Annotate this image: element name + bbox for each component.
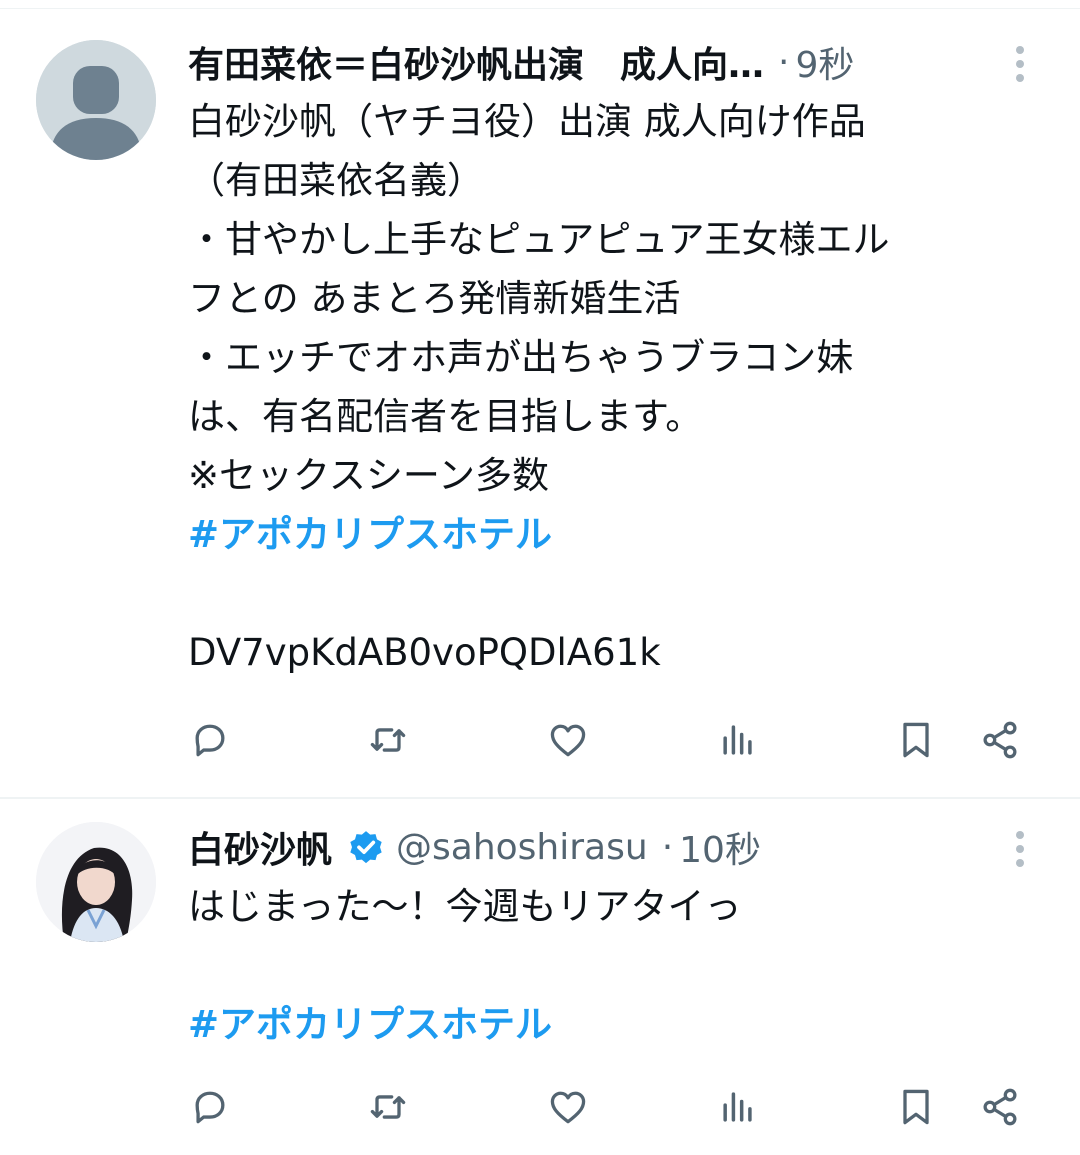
reply-icon (195, 1091, 225, 1124)
handle[interactable]: @sahoshirasu (396, 827, 648, 868)
post-text: 白砂沙帆（ヤチヨ役）出演 成人向け作品 （有田菜依名義） ・甘やかし上手なピュア… (188, 92, 1028, 682)
bookmark-icon (903, 722, 929, 758)
avatar[interactable] (36, 822, 156, 942)
hashtag-link[interactable]: #アポカリプスホテル (188, 1003, 552, 1046)
avatar[interactable] (36, 40, 156, 160)
bookmark-icon (903, 1089, 929, 1125)
action-bar (0, 708, 1080, 772)
hashtag-link[interactable]: #アポカリプスホテル (188, 513, 552, 556)
reply-button[interactable] (186, 716, 234, 764)
repost-button[interactable] (364, 1083, 412, 1131)
share-icon (983, 721, 1017, 759)
verified-badge-icon[interactable] (346, 827, 386, 867)
timestamp[interactable]: 9秒 (795, 36, 854, 88)
reply-button[interactable] (186, 1083, 234, 1131)
share-button[interactable] (976, 716, 1024, 764)
meta-separator: · (778, 41, 790, 83)
repost-button[interactable] (364, 716, 412, 764)
repost-icon (370, 728, 406, 752)
action-bar (0, 1075, 1080, 1139)
like-button[interactable] (544, 716, 592, 764)
text-line: ・エッチでオホ声が出ちゃうブラコン妹 (188, 336, 854, 379)
display-name[interactable]: 有田菜依＝白砂沙帆出演 成人向… (188, 36, 764, 88)
more-options-button[interactable] (1004, 40, 1036, 88)
share-button[interactable] (976, 1083, 1024, 1131)
post[interactable]: 有田菜依＝白砂沙帆出演 成人向… · 9秒 白砂沙帆（ヤチヨ役）出演 成人向け作… (0, 8, 1080, 799)
like-button[interactable] (544, 1083, 592, 1131)
text-line: は、有名配信者を目指します。 (188, 395, 703, 438)
post-header: 白砂沙帆 @sahoshirasu · 10秒 (188, 817, 984, 877)
views-icon (723, 1092, 752, 1122)
views-icon (723, 725, 752, 755)
reply-icon (195, 724, 225, 757)
text-line: DV7vpKdAB0voPQDlA61k (188, 631, 661, 674)
profile-photo (36, 822, 156, 942)
meta-separator: · (661, 826, 674, 868)
more-vertical-icon (1016, 46, 1024, 82)
timestamp[interactable]: 10秒 (679, 821, 761, 873)
repost-icon (370, 1095, 406, 1119)
share-icon (983, 1088, 1017, 1126)
like-icon (550, 1091, 586, 1124)
bookmark-button[interactable] (892, 1083, 940, 1131)
text-line: （有田菜依名義） (188, 159, 484, 202)
post-header: 有田菜依＝白砂沙帆出演 成人向… · 9秒 (188, 32, 984, 92)
text-line: 白砂沙帆（ヤチヨ役）出演 成人向け作品 (188, 100, 866, 143)
text-line: フとの あまとろ発情新婚生活 (188, 277, 681, 320)
default-avatar-icon (36, 40, 156, 160)
text-line: ※セックスシーン多数 (188, 454, 550, 497)
post-text: はじまった〜！今週もリアタイっ #アポカリプスホテル (188, 877, 1028, 1054)
like-icon (550, 724, 586, 757)
text-line: ・甘やかし上手なピュアピュア王女様エル (188, 218, 890, 261)
views-button[interactable] (714, 1083, 762, 1131)
views-button[interactable] (714, 716, 762, 764)
display-name[interactable]: 白砂沙帆 (188, 821, 332, 873)
post[interactable]: 白砂沙帆 @sahoshirasu · 10秒 はじまった〜！今週もリアタイっ … (0, 799, 1080, 1155)
more-options-button[interactable] (1004, 825, 1036, 873)
text-line: はじまった〜！今週もリアタイっ (188, 885, 742, 928)
bookmark-button[interactable] (892, 716, 940, 764)
more-vertical-icon (1016, 831, 1024, 867)
